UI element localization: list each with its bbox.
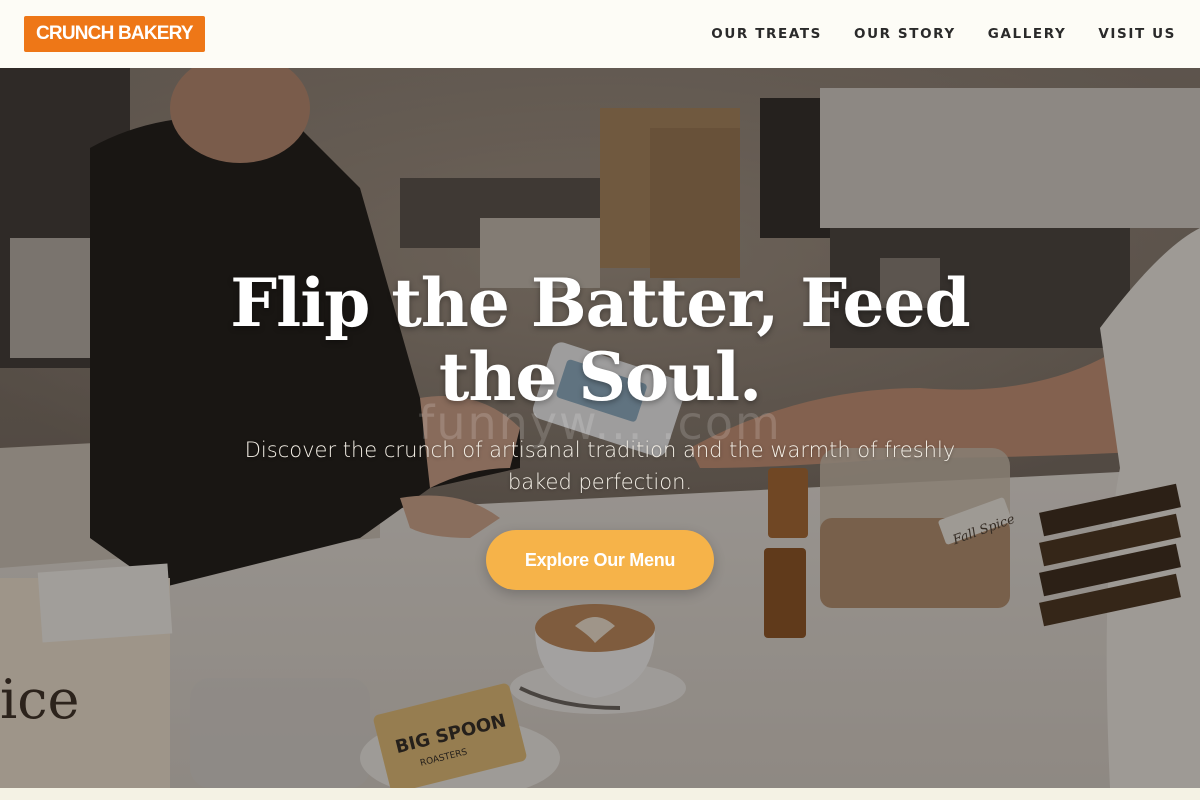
nav-link-gallery[interactable]: GALLERY [988,26,1067,42]
hero-title: Flip the Batter, Feed the Soul. [230,264,970,416]
bottom-strip [0,788,1200,800]
explore-menu-button[interactable]: Explore Our Menu [486,530,714,590]
hero-subtitle: Discover the crunch of artisanal traditi… [244,438,956,494]
hero-content: Flip the Batter, Feed the Soul. funnyw..… [0,68,1200,788]
nav-link-our-treats[interactable]: OUR TREATS [711,26,822,42]
site-header: CRUNCH BAKERY OUR TREATS OUR STORY GALLE… [0,0,1200,68]
page: CRUNCH BAKERY OUR TREATS OUR STORY GALLE… [0,0,1200,800]
brand-logo[interactable]: CRUNCH BAKERY [24,16,205,52]
hero-section: Fall Spice ice BIG SPOON ROASTERS Flip t… [0,68,1200,788]
nav-link-visit-us[interactable]: VISIT US [1098,26,1176,42]
main-nav: OUR TREATS OUR STORY GALLERY VISIT US [711,26,1176,42]
nav-link-our-story[interactable]: OUR STORY [854,26,956,42]
